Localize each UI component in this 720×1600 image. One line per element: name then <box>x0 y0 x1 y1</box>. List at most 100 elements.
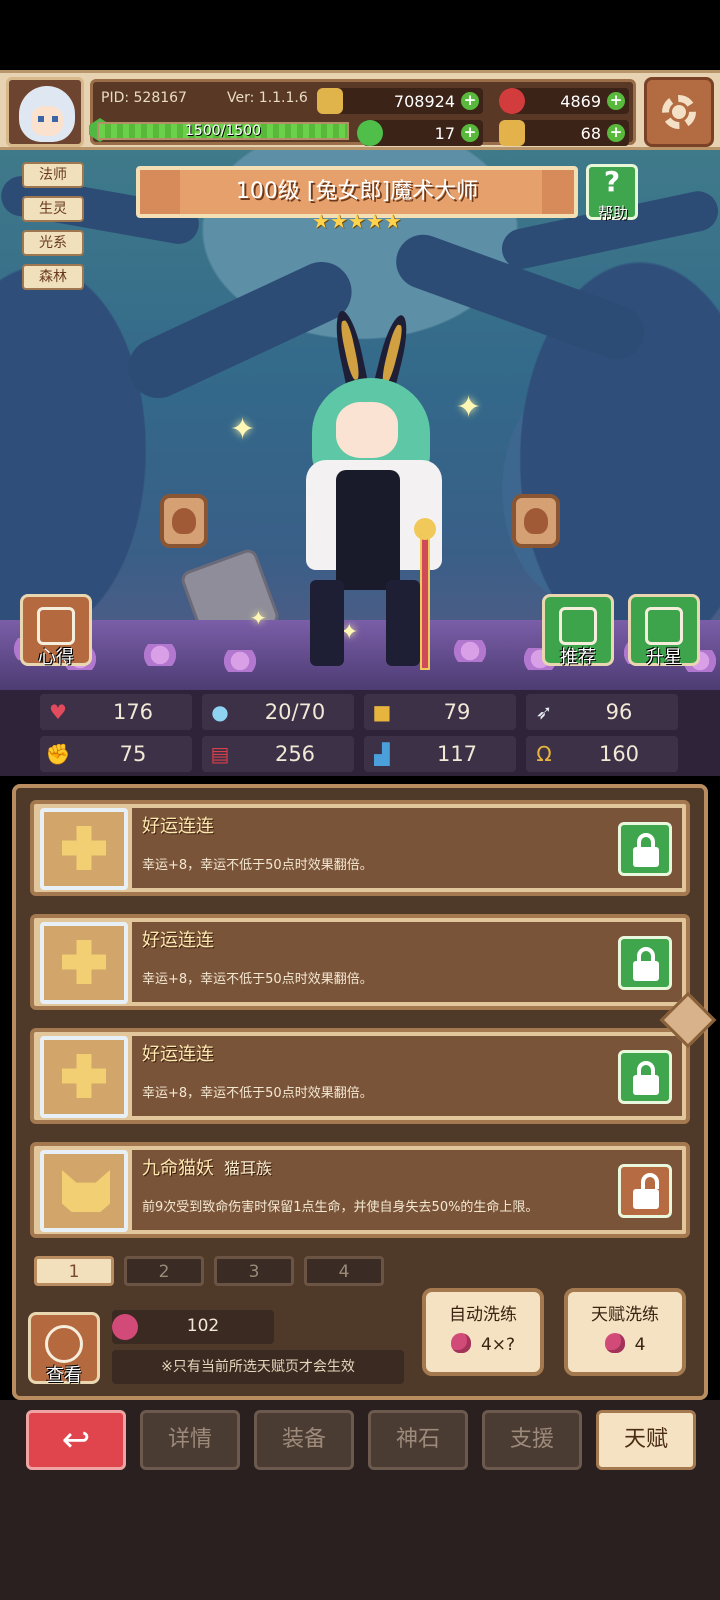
nav-talent[interactable]: 天赋 <box>596 1410 696 1470</box>
game-version: Ver: 1.1.1.6 <box>227 90 308 106</box>
gold-value: 708924 <box>393 92 455 111</box>
talent-page-tab-2[interactable]: 2 <box>124 1256 204 1286</box>
fist-icon: ✊ <box>45 742 71 766</box>
talent-name: 九命猫妖 猫耳族 <box>142 1158 273 1179</box>
stat-attack: ✊ 75 <box>40 736 192 772</box>
help-label: 帮助 <box>597 204 628 222</box>
race-tag: 生灵 <box>22 196 84 222</box>
player-id: PID: 528167 <box>101 90 187 106</box>
nav-details[interactable]: 详情 <box>140 1410 240 1470</box>
talent-card[interactable]: 九命猫妖 猫耳族 前9次受到致命伤害时保留1点生命，并使自身失去50%的生命上限。 <box>30 1142 690 1238</box>
player-avatar[interactable] <box>6 77 84 147</box>
lock-button[interactable] <box>618 936 672 990</box>
stat-defense: ■ 79 <box>364 694 516 730</box>
right-heart-ornament-icon <box>512 494 560 548</box>
top-bar: PID: 528167 Ver: 1.1.1.6 1500/1500 70892… <box>0 70 720 150</box>
bottom-nav: ↩ 详情 装备 神石 支援 天赋 <box>0 1400 720 1600</box>
talent-description: 幸运+8，幸运不低于50点时效果翻倍。 <box>142 858 373 873</box>
auto-wash-button[interactable]: 自动洗练 4×? <box>422 1288 544 1376</box>
clover-counter: 17 + <box>357 120 483 146</box>
talent-description: 幸运+8，幸运不低于50点时效果翻倍。 <box>142 972 373 987</box>
character-scene: ✦ ✦ ✦ ✦ 法师 生灵 光系 森林 100级 [兔女郎]魔术大师 ★★★★★… <box>0 150 720 690</box>
lock-button[interactable] <box>618 1050 672 1104</box>
stat-mana: ● 20/70 <box>202 694 354 730</box>
unlock-button[interactable] <box>618 1164 672 1218</box>
water-drop-icon: ● <box>211 700 229 724</box>
talent-name: 好运连连 <box>142 1044 214 1065</box>
unlock-icon <box>641 1173 659 1189</box>
stat-hp: ♥ 176 <box>40 694 192 730</box>
fruit-counter: 102 <box>112 1310 274 1344</box>
recommend-label: 推荐 <box>560 647 596 668</box>
add-stamina-button[interactable]: + <box>607 124 625 142</box>
arm-icon <box>499 120 525 146</box>
terrain-tag: 森林 <box>22 264 84 290</box>
star-up-label: 升星 <box>646 647 682 668</box>
stat-value: 256 <box>274 742 316 766</box>
view-label: 查看 <box>46 1365 82 1386</box>
talent-wash-button[interactable]: 天赋洗练 4 <box>564 1288 686 1376</box>
notes-label: 心得 <box>38 647 74 668</box>
sparkle-icon: ✦ <box>230 412 256 447</box>
talent-page-tab-4[interactable]: 4 <box>304 1256 384 1286</box>
star-icon: ★ <box>329 209 348 233</box>
add-gem-button[interactable]: + <box>607 92 625 110</box>
talent-name: 好运连连 <box>142 930 214 951</box>
magnifier-icon <box>45 1325 83 1363</box>
back-button[interactable]: ↩ <box>26 1410 126 1470</box>
clover-icon <box>357 120 383 146</box>
help-button[interactable]: ? 帮助 <box>586 164 638 222</box>
cross-icon <box>62 1054 106 1098</box>
star-icon: ★ <box>312 209 330 233</box>
talent-description: 幸运+8，幸运不低于50点时效果翻倍。 <box>142 1086 373 1101</box>
add-gold-button[interactable]: + <box>461 92 479 110</box>
talent-card[interactable]: 好运连连 幸运+8，幸运不低于50点时效果翻倍。 <box>30 800 690 896</box>
talent-name: 好运连连 <box>142 816 214 837</box>
view-button[interactable]: 查看 <box>28 1312 100 1386</box>
talent-page-tab-1[interactable]: 1 <box>34 1256 114 1286</box>
stat-speed: ▟ 117 <box>364 736 516 772</box>
nav-equipment[interactable]: 装备 <box>254 1410 354 1470</box>
recommend-button[interactable]: 推荐 <box>542 594 614 668</box>
stat-value: 96 <box>605 700 633 724</box>
fruit-icon <box>604 1333 625 1353</box>
wing-icon: ➶ <box>535 700 553 724</box>
talent-wash-cost: 4 <box>634 1335 646 1355</box>
talent-page-tab-3[interactable]: 3 <box>214 1256 294 1286</box>
gold-counter: 708924 + <box>317 88 483 114</box>
auto-wash-label: 自动洗练 <box>449 1305 517 1325</box>
talent-note: ※只有当前所选天赋页才会生效 <box>112 1350 404 1384</box>
talent-card[interactable]: 好运连连 幸运+8，幸运不低于50点时效果翻倍。 <box>30 1028 690 1124</box>
stamina-counter: 68 + <box>499 120 629 146</box>
talent-wash-label: 天赋洗练 <box>591 1305 659 1325</box>
add-clover-button[interactable]: + <box>461 124 479 142</box>
character-title: 100级 [兔女郎]魔术大师 <box>235 179 479 204</box>
question-mark-icon: ? <box>603 165 621 198</box>
star-icon: ★ <box>347 209 366 233</box>
star-icon: ★ <box>383 209 402 233</box>
left-heart-ornament-icon <box>160 494 208 548</box>
talent-icon <box>40 1150 128 1232</box>
cross-icon <box>62 940 106 984</box>
notes-button[interactable]: 心得 <box>20 594 92 668</box>
settings-button[interactable] <box>644 77 714 147</box>
stat-magic: ▤ 256 <box>202 736 354 772</box>
fruit-count: 102 <box>186 1316 220 1336</box>
thumbs-up-icon <box>559 607 597 645</box>
book-icon: ▤ <box>210 742 230 766</box>
gem-counter: 4869 + <box>499 88 629 114</box>
lock-button[interactable] <box>618 822 672 876</box>
sparkle-icon: ✦ <box>456 390 482 425</box>
stat-value: 75 <box>119 742 147 766</box>
nav-godstone[interactable]: 神石 <box>368 1410 468 1470</box>
star-rating: ★★★★★ <box>312 210 412 232</box>
red-gem-icon <box>499 88 525 114</box>
stat-value: 79 <box>443 700 471 724</box>
character-sprite[interactable] <box>300 308 450 670</box>
game-screen: PID: 528167 Ver: 1.1.1.6 1500/1500 70892… <box>0 0 720 1600</box>
auto-wash-cost: 4×? <box>480 1335 516 1355</box>
talent-card[interactable]: 好运连连 幸运+8，幸运不低于50点时效果翻倍。 <box>30 914 690 1010</box>
nav-support[interactable]: 支援 <box>482 1410 582 1470</box>
star-up-button[interactable]: 升星 <box>628 594 700 668</box>
talent-icon <box>40 922 128 1004</box>
